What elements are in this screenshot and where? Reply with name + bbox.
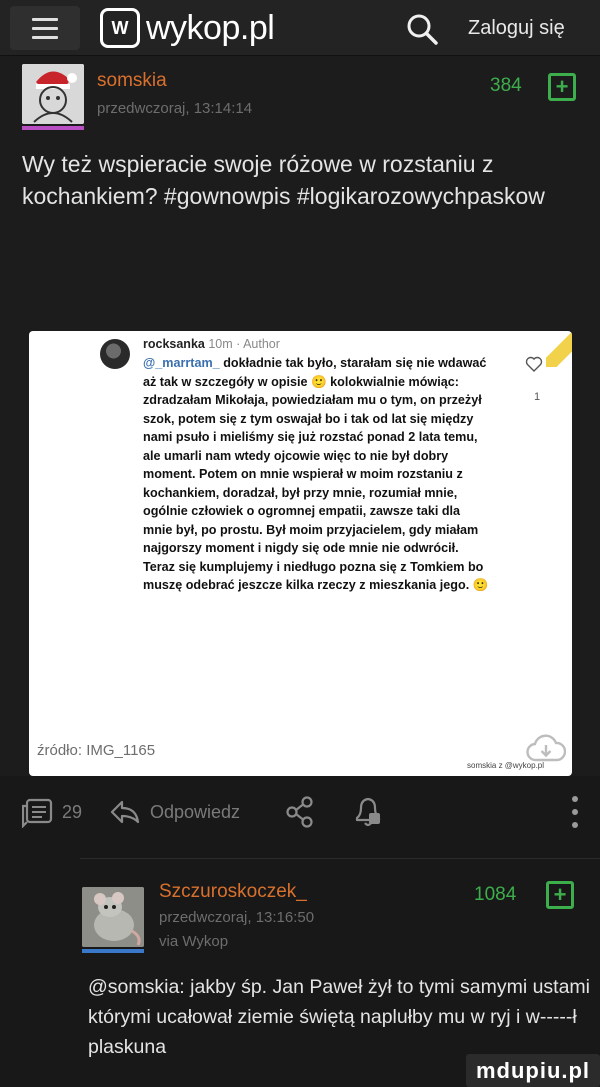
reply-via: via Wykop bbox=[159, 933, 229, 950]
embedded-image[interactable]: rocksanka 10m · Author @_marrtam_ dokład… bbox=[29, 331, 572, 776]
top-bar: W wykop.pl Zaloguj się bbox=[0, 0, 600, 56]
gender-bar bbox=[82, 949, 144, 953]
share-icon[interactable] bbox=[286, 796, 314, 828]
comment-text: dokładnie tak było, starałam się nie wda… bbox=[143, 356, 489, 592]
site-logo[interactable]: W wykop.pl bbox=[100, 8, 275, 48]
comment-body: @_marrtam_ dokładnie tak było, starałam … bbox=[143, 354, 491, 595]
gender-bar bbox=[22, 126, 84, 130]
vote-count: 384 bbox=[490, 75, 522, 96]
search-icon[interactable] bbox=[405, 12, 439, 46]
commenter-meta: 10m · Author bbox=[208, 337, 280, 351]
plus-button[interactable]: + bbox=[546, 881, 574, 909]
menu-button[interactable] bbox=[10, 6, 80, 50]
commenter-avatar bbox=[100, 339, 130, 369]
logo-mark: W bbox=[100, 8, 140, 48]
more-icon[interactable] bbox=[570, 794, 580, 830]
post-timestamp[interactable]: przedwczoraj, 13:14:14 bbox=[97, 100, 252, 117]
bell-icon[interactable] bbox=[353, 796, 383, 828]
plus-button[interactable]: + bbox=[548, 73, 576, 101]
corner-decoration bbox=[546, 331, 572, 367]
post-body: Wy też wspieracie swoje różowe w rozstan… bbox=[22, 151, 545, 209]
reply-button[interactable]: Odpowiedz bbox=[150, 802, 240, 823]
heart-icon bbox=[525, 356, 543, 372]
cloud-download-icon[interactable] bbox=[526, 734, 566, 764]
vote-count: 1084 bbox=[474, 884, 517, 905]
commenter-username: rocksanka bbox=[143, 337, 205, 351]
comment-icon[interactable] bbox=[22, 798, 54, 828]
avatar-image bbox=[22, 64, 84, 124]
logo-text: wykop.pl bbox=[146, 8, 275, 47]
avatar[interactable] bbox=[82, 887, 144, 947]
action-bar: 29 Odpowiedz bbox=[0, 776, 600, 854]
post-author[interactable]: somskia bbox=[97, 70, 167, 92]
reply-timestamp[interactable]: przedwczoraj, 13:16:50 bbox=[159, 909, 314, 926]
avatar[interactable] bbox=[22, 64, 84, 124]
menu-icon-line bbox=[32, 35, 58, 39]
login-link[interactable]: Zaloguj się bbox=[468, 17, 565, 40]
reply-body: @somskia: jakby śp. Jan Paweł żył to tym… bbox=[88, 976, 591, 1058]
entry-post: somskia przedwczoraj, 13:14:14 384 + Wy … bbox=[0, 56, 600, 776]
source-label[interactable]: źródło: IMG_1165 bbox=[37, 742, 155, 759]
reply-icon[interactable] bbox=[110, 798, 140, 826]
comment-count[interactable]: 29 bbox=[62, 802, 82, 823]
avatar-image bbox=[82, 887, 144, 947]
watermark: mdupiu.pl bbox=[466, 1054, 600, 1087]
reply-author[interactable]: Szczuroskoczek_ bbox=[159, 881, 307, 903]
menu-icon-line bbox=[32, 17, 58, 21]
comment-mention: @_marrtam_ bbox=[143, 356, 220, 370]
commenter-header: rocksanka 10m · Author bbox=[143, 337, 280, 351]
menu-icon-line bbox=[32, 26, 58, 30]
like-count: 1 bbox=[534, 391, 541, 403]
